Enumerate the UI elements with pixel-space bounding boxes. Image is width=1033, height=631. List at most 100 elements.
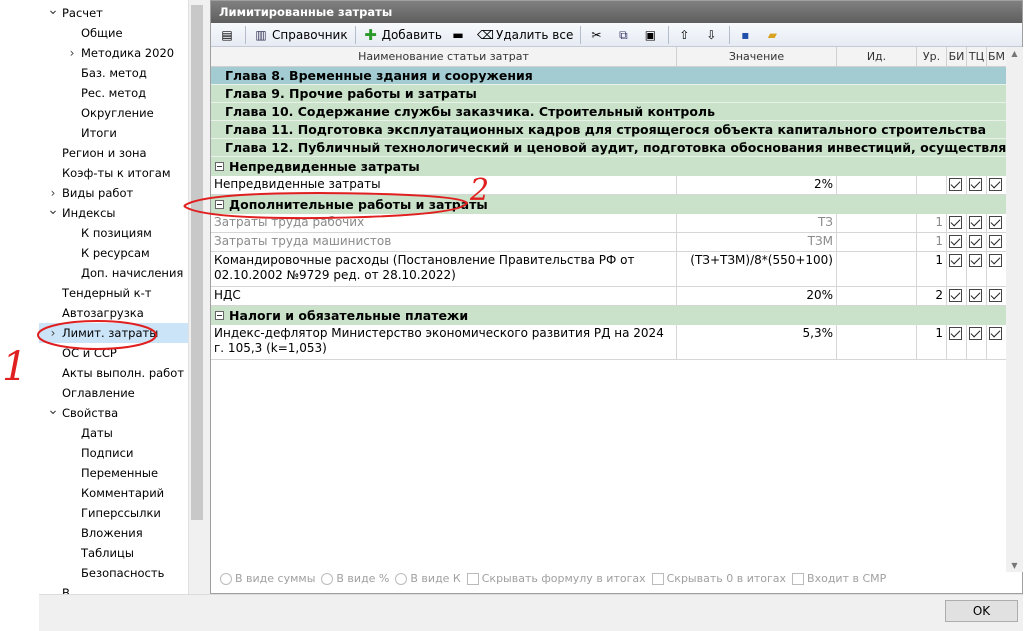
printer-icon: ▤ [221,27,233,42]
tc-checkbox[interactable] [969,289,982,302]
save-button[interactable]: ▪ [733,25,760,45]
chapter-row[interactable]: Глава 8. Временные здания и сооружения [211,67,1007,85]
hide-zero-checkbox[interactable]: Скрывать 0 в итогах [651,572,786,585]
collapse-icon[interactable] [215,162,224,171]
cell-value[interactable]: 5,3% [677,325,837,359]
chevron-right-icon[interactable]: › [62,43,82,63]
collapse-icon[interactable] [215,311,224,320]
collapse-icon[interactable] [215,200,224,209]
chapter-row[interactable]: Глава 11. Подготовка эксплуатационных ка… [211,121,1007,139]
tc-checkbox[interactable] [969,254,982,267]
cost-row[interactable]: Индекс-дефлятор Министерство экономическ… [211,325,1007,360]
group-row[interactable]: Налоги и обязательные платежи [211,306,1007,325]
cell-value[interactable]: 20% [677,287,837,305]
scroll-up-icon[interactable]: ▲ [1006,49,1023,58]
header-value[interactable]: Значение [677,47,837,67]
bm-checkbox[interactable] [989,289,1002,302]
cell-name[interactable]: Индекс-дефлятор Министерство экономическ… [211,325,677,359]
cell-name[interactable]: Командировочные расходы (Постановление П… [211,252,677,286]
arrow-up-icon: ⇧ [679,27,690,42]
header-name[interactable]: Наименование статьи затрат [211,47,677,67]
cut-button[interactable]: ✂ [584,25,611,45]
cell-name[interactable]: Затраты труда рабочих [211,214,677,232]
cell-name[interactable]: Непредвиденные затраты [211,176,677,194]
print-button[interactable]: ▤ [215,25,242,45]
delete-all-button[interactable]: ⌫ Удалить все [473,25,577,45]
header-bm[interactable]: БМ [987,47,1007,67]
chevron-down-icon[interactable]: ⌄ [43,403,63,423]
cell-level[interactable]: 1 [917,233,947,251]
include-smr-checkbox[interactable]: Входит в СМР [792,572,886,585]
remove-button[interactable]: ▬ [446,25,473,45]
bi-checkbox[interactable] [949,235,962,248]
bi-checkbox[interactable] [949,254,962,267]
tree-scrollbar-thumb[interactable] [191,5,203,520]
cell-value[interactable]: (ТЗ+ТЗМ)/8*(550+100) [677,252,837,286]
hide-formula-checkbox[interactable]: Скрывать формулу в итогах [466,572,646,585]
chapter-row[interactable]: Глава 9. Прочие работы и затраты [211,85,1007,103]
chevron-down-icon[interactable]: ⌄ [43,203,63,223]
cell-level[interactable]: 1 [917,214,947,232]
header-tc[interactable]: ТЦ [967,47,987,67]
move-up-button[interactable]: ⇧ [672,25,699,45]
bm-checkbox[interactable] [989,235,1002,248]
copy-button[interactable]: ⧉ [611,25,638,45]
cost-row[interactable]: Затраты труда рабочих ТЗ 1 [211,214,1007,233]
cell-id[interactable] [837,233,917,251]
grid-scrollbar[interactable]: ▲ ▼ [1006,47,1023,572]
tc-checkbox[interactable] [969,216,982,229]
cell-id[interactable] [837,176,917,194]
bi-checkbox[interactable] [949,216,962,229]
chapter-row[interactable]: Глава 12. Публичный технологический и це… [211,139,1007,157]
chapter-row[interactable]: Глава 10. Содержание службы заказчика. С… [211,103,1007,121]
reference-button[interactable]: ▥ Справочник [249,25,352,45]
cell-value[interactable]: ТЗ [677,214,837,232]
cell-level[interactable]: 1 [917,252,947,286]
chevron-right-icon[interactable]: › [43,323,63,343]
cost-row[interactable]: Непредвиденные затраты 2% [211,176,1007,195]
bm-checkbox[interactable] [989,178,1002,191]
cost-row[interactable]: Затраты труда машинистов ТЗМ 1 [211,233,1007,252]
chevron-down-icon[interactable]: ⌄ [43,3,63,23]
cell-name[interactable]: Затраты труда машинистов [211,233,677,251]
bm-checkbox[interactable] [989,327,1002,340]
cell-id[interactable] [837,287,917,305]
move-down-button[interactable]: ⇩ [699,25,726,45]
radio-percent[interactable]: В виде % [321,572,389,585]
ok-button[interactable]: OK [945,600,1018,622]
bi-checkbox[interactable] [949,178,962,191]
tc-checkbox[interactable] [969,235,982,248]
cell-level[interactable] [917,176,947,194]
add-button[interactable]: ✚ Добавить [359,25,446,45]
bi-checkbox[interactable] [949,289,962,302]
cost-row[interactable]: НДС 20% 2 [211,287,1007,306]
cell-name[interactable]: НДС [211,287,677,305]
scroll-down-icon[interactable]: ▼ [1006,561,1023,570]
tree-item[interactable]: › Лимит. затраты [39,323,188,343]
cell-id[interactable] [837,252,917,286]
cell-id[interactable] [837,325,917,359]
tc-checkbox[interactable] [969,178,982,191]
cost-row[interactable]: Командировочные расходы (Постановление П… [211,252,1007,287]
group-row[interactable]: Дополнительные работы и затраты [211,195,1007,214]
cell-value[interactable]: 2% [677,176,837,194]
tree-item-label: Коэф-ты к итогам [62,166,171,180]
header-bi[interactable]: БИ [947,47,967,67]
chevron-right-icon[interactable]: › [43,183,63,203]
radio-k[interactable]: В виде К [395,572,461,585]
cell-id[interactable] [837,214,917,232]
cell-value[interactable]: ТЗМ [677,233,837,251]
header-id[interactable]: Ид. [837,47,917,67]
tc-checkbox[interactable] [969,327,982,340]
header-level[interactable]: Ур. [917,47,947,67]
bm-checkbox[interactable] [989,216,1002,229]
toolbar-separator [580,25,582,44]
bm-checkbox[interactable] [989,254,1002,267]
group-row[interactable]: Непредвиденные затраты [211,157,1007,176]
radio-sum[interactable]: В виде суммы [220,572,315,585]
cell-level[interactable]: 1 [917,325,947,359]
cell-level[interactable]: 2 [917,287,947,305]
paste-button[interactable]: ▣ [638,25,665,45]
open-button[interactable]: ▰ [760,25,787,45]
bi-checkbox[interactable] [949,327,962,340]
